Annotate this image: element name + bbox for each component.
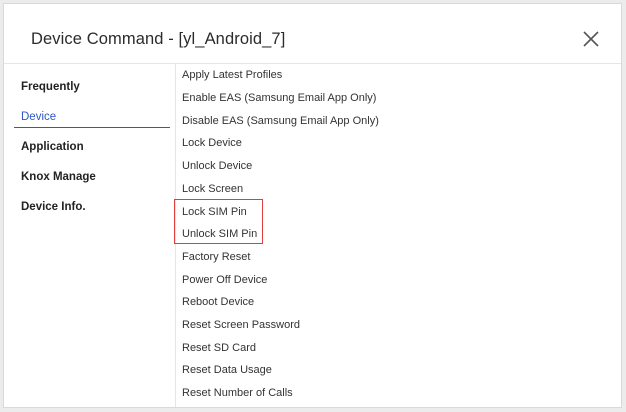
sidebar-item-application[interactable]: Application xyxy=(21,137,169,157)
command-list: Apply Latest Profiles Enable EAS (Samsun… xyxy=(174,64,621,407)
command-reset-sd-card[interactable]: Reset SD Card xyxy=(182,338,256,358)
command-apply-latest-profiles[interactable]: Apply Latest Profiles xyxy=(182,65,282,85)
active-tab-underline xyxy=(14,127,170,128)
command-unlock-device[interactable]: Unlock Device xyxy=(182,156,252,176)
command-power-off-device[interactable]: Power Off Device xyxy=(182,270,267,290)
command-disable-eas[interactable]: Disable EAS (Samsung Email App Only) xyxy=(182,111,379,131)
command-lock-sim-pin[interactable]: Lock SIM Pin xyxy=(182,202,247,222)
command-lock-screen[interactable]: Lock Screen xyxy=(182,179,243,199)
command-reset-number-of-calls[interactable]: Reset Number of Calls xyxy=(182,383,293,403)
dialog-title: Device Command - [yl_Android_7] xyxy=(31,30,286,48)
close-icon[interactable] xyxy=(582,30,600,48)
sidebar-item-frequently[interactable]: Frequently xyxy=(21,77,169,97)
sidebar-item-device[interactable]: Device xyxy=(21,107,169,127)
command-reset-data-usage[interactable]: Reset Data Usage xyxy=(182,360,272,380)
close-x-icon xyxy=(583,31,599,47)
sidebar-item-device-info[interactable]: Device Info. xyxy=(21,197,169,217)
dialog-header: Device Command - [yl_Android_7] xyxy=(4,4,621,64)
sidebar-item-knox-manage[interactable]: Knox Manage xyxy=(21,167,169,187)
command-factory-reset[interactable]: Factory Reset xyxy=(182,247,250,267)
command-lock-device[interactable]: Lock Device xyxy=(182,133,242,153)
command-enable-eas[interactable]: Enable EAS (Samsung Email App Only) xyxy=(182,88,376,108)
command-reset-screen-password[interactable]: Reset Screen Password xyxy=(182,315,300,335)
command-unlock-sim-pin[interactable]: Unlock SIM Pin xyxy=(182,224,257,244)
device-command-dialog: Device Command - [yl_Android_7] Frequent… xyxy=(3,3,622,408)
command-category-sidebar: Frequently Device Application Knox Manag… xyxy=(4,64,176,407)
command-reboot-device[interactable]: Reboot Device xyxy=(182,292,254,312)
